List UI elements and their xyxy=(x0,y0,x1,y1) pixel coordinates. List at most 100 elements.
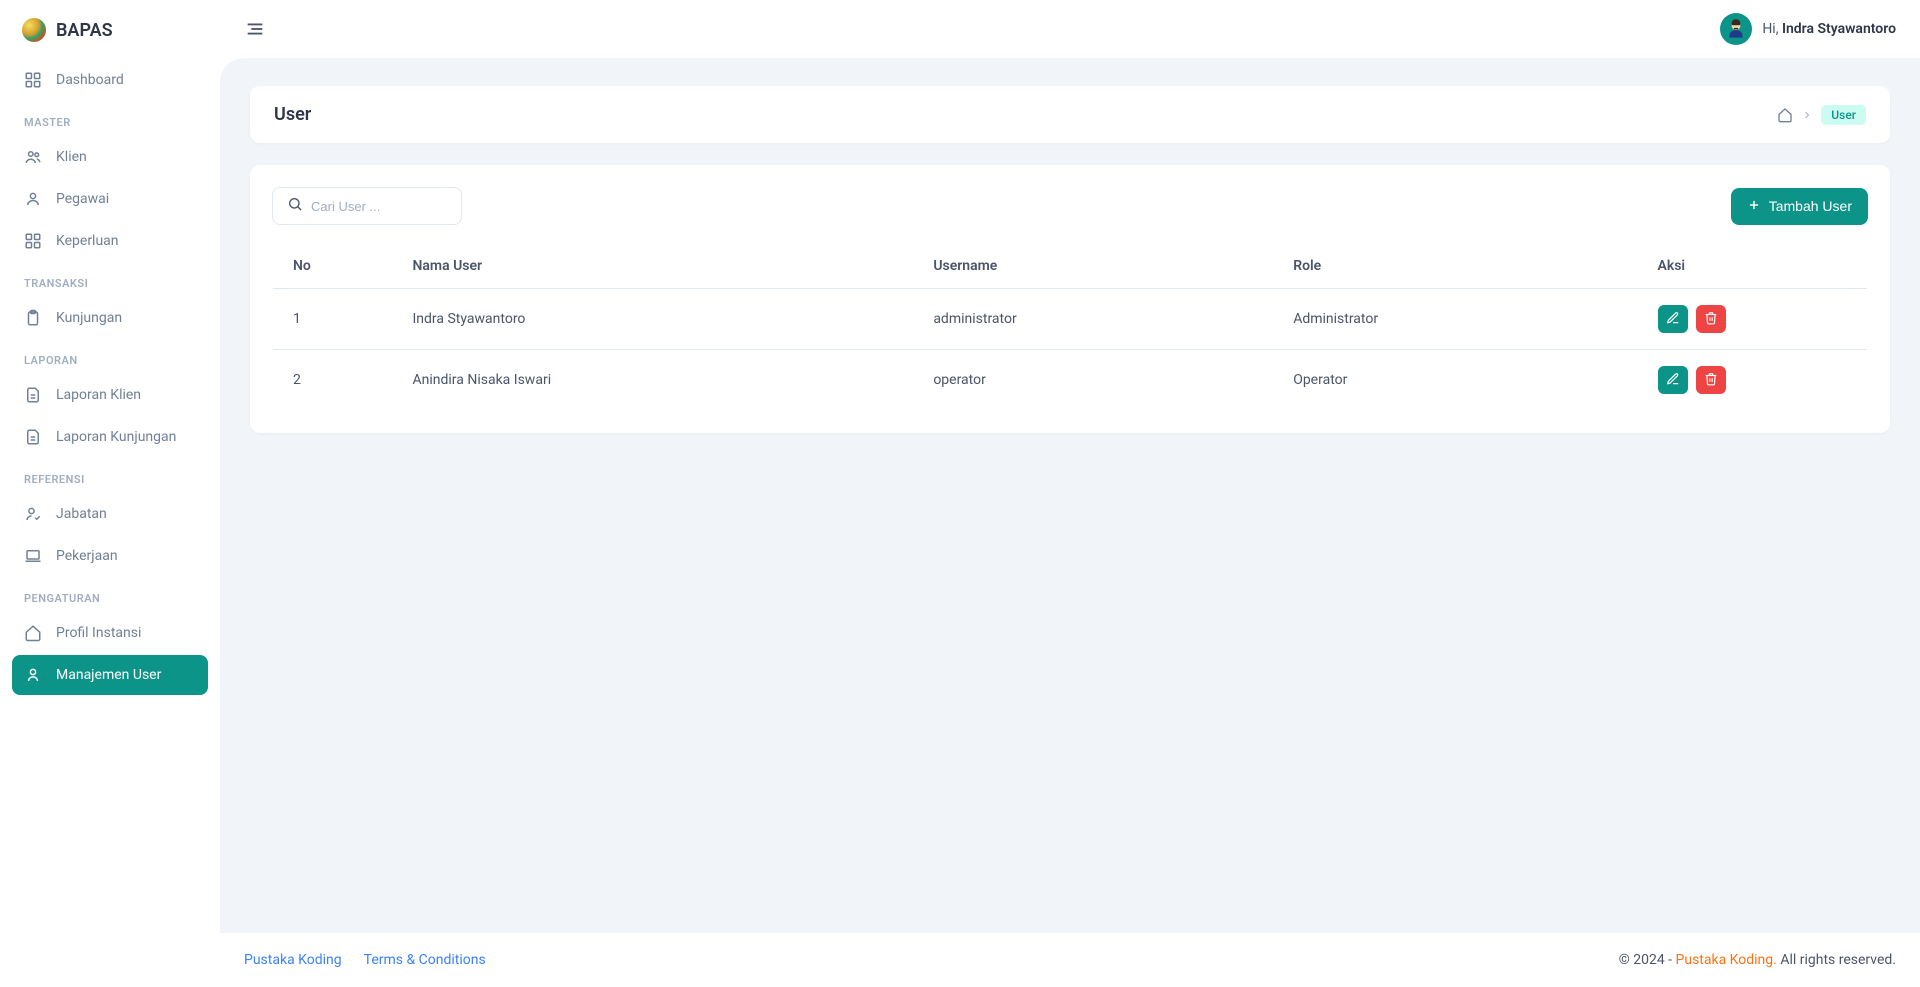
user-single-icon xyxy=(24,666,42,684)
user-card: Tambah User No Nama User Username Role A… xyxy=(250,165,1890,433)
sidebar-item-klien[interactable]: Klien xyxy=(12,137,208,177)
sidebar-item-laporan-klien[interactable]: Laporan Klien xyxy=(12,375,208,415)
user-check-icon xyxy=(24,505,42,523)
file-icon xyxy=(24,428,42,446)
sidebar-item-pegawai[interactable]: Pegawai xyxy=(12,179,208,219)
grid-icon xyxy=(24,71,42,89)
table-row: 2 Anindira Nisaka Iswari operator Operat… xyxy=(273,350,1868,411)
clipboard-icon xyxy=(24,309,42,327)
cell-nama: Anindira Nisaka Iswari xyxy=(393,350,914,411)
user-text: Hi, Indra Styawantoro xyxy=(1762,21,1896,37)
copyright-brand: Pustaka Koding. xyxy=(1676,952,1777,968)
nav-heading-master: MASTER xyxy=(12,102,208,137)
plus-icon xyxy=(1747,198,1761,215)
sidebar-item-label: Keperluan xyxy=(56,233,119,249)
footer-copyright: © 2024 - Pustaka Koding. All rights rese… xyxy=(1619,952,1896,968)
th-aksi: Aksi xyxy=(1638,244,1868,289)
cell-no: 1 xyxy=(273,289,393,350)
topbar: Hi, Indra Styawantoro xyxy=(220,0,1920,58)
sidebar-item-keperluan[interactable]: Keperluan xyxy=(12,221,208,261)
cell-aksi xyxy=(1638,289,1868,350)
sidebar-item-label: Jabatan xyxy=(56,506,107,522)
delete-button[interactable] xyxy=(1696,366,1726,394)
copyright-suffix: All rights reserved. xyxy=(1777,952,1896,968)
brand-name: BAPAS xyxy=(56,20,113,41)
search-box[interactable] xyxy=(272,187,462,225)
edit-button[interactable] xyxy=(1658,305,1688,333)
sidebar-item-label: Kunjungan xyxy=(56,310,122,326)
home-icon[interactable] xyxy=(1777,107,1793,123)
sidebar-item-label: Dashboard xyxy=(56,72,124,88)
users-icon xyxy=(24,148,42,166)
nav-heading-referensi: REFERENSI xyxy=(12,459,208,494)
nav-heading-transaksi: TRANSAKSI xyxy=(12,263,208,298)
cell-username: operator xyxy=(913,350,1273,411)
cell-username: administrator xyxy=(913,289,1273,350)
sidebar-item-manajemen-user[interactable]: Manajemen User xyxy=(12,655,208,695)
chevron-right-icon xyxy=(1801,109,1813,121)
sidebar-item-pekerjaan[interactable]: Pekerjaan xyxy=(12,536,208,576)
cell-role: Administrator xyxy=(1273,289,1637,350)
breadcrumb: User xyxy=(1777,105,1866,125)
file-icon xyxy=(24,386,42,404)
cell-no: 2 xyxy=(273,350,393,411)
page-header: User User xyxy=(250,86,1890,143)
card-toolbar: Tambah User xyxy=(272,187,1868,225)
menu-toggle-icon[interactable] xyxy=(244,18,266,40)
delete-button[interactable] xyxy=(1696,305,1726,333)
user-name: Indra Styawantoro xyxy=(1782,21,1896,37)
sidebar-item-jabatan[interactable]: Jabatan xyxy=(12,494,208,534)
th-no: No xyxy=(273,244,393,289)
sidebar-item-label: Pegawai xyxy=(56,191,109,207)
main-wrap: Hi, Indra Styawantoro User User xyxy=(220,0,1920,987)
nav: Dashboard MASTER Klien Pegawai Keperluan… xyxy=(0,60,220,697)
page-title: User xyxy=(274,104,311,125)
sidebar: BAPAS Dashboard MASTER Klien Pegawai xyxy=(0,0,220,987)
search-input[interactable] xyxy=(311,199,487,214)
sidebar-item-label: Pekerjaan xyxy=(56,548,118,564)
sidebar-item-laporan-kunjungan[interactable]: Laporan Kunjungan xyxy=(12,417,208,457)
sidebar-item-label: Laporan Klien xyxy=(56,387,141,403)
sidebar-item-profil-instansi[interactable]: Profil Instansi xyxy=(12,613,208,653)
sidebar-item-label: Laporan Kunjungan xyxy=(56,429,176,445)
sidebar-item-kunjungan[interactable]: Kunjungan xyxy=(12,298,208,338)
nav-heading-laporan: LAPORAN xyxy=(12,340,208,375)
user-icon xyxy=(24,190,42,208)
cell-nama: Indra Styawantoro xyxy=(393,289,914,350)
content: User User xyxy=(220,58,1920,933)
add-user-button[interactable]: Tambah User xyxy=(1731,188,1868,225)
th-role: Role xyxy=(1273,244,1637,289)
add-user-label: Tambah User xyxy=(1769,198,1852,214)
th-nama: Nama User xyxy=(393,244,914,289)
search-icon xyxy=(287,196,303,216)
home-outline-icon xyxy=(24,624,42,642)
th-username: Username xyxy=(913,244,1273,289)
user-menu[interactable]: Hi, Indra Styawantoro xyxy=(1720,13,1896,45)
footer-links: Pustaka Koding Terms & Conditions xyxy=(244,952,486,968)
copyright-prefix: © 2024 - xyxy=(1619,952,1676,968)
trash-icon xyxy=(1704,311,1718,328)
brand-logo-icon xyxy=(22,18,46,42)
footer: Pustaka Koding Terms & Conditions © 2024… xyxy=(220,933,1920,987)
breadcrumb-current: User xyxy=(1821,105,1866,125)
edit-button[interactable] xyxy=(1658,366,1688,394)
sidebar-item-label: Profil Instansi xyxy=(56,625,141,641)
footer-link-terms[interactable]: Terms & Conditions xyxy=(364,952,486,968)
nav-heading-pengaturan: PENGATURAN xyxy=(12,578,208,613)
brand[interactable]: BAPAS xyxy=(0,0,220,60)
trash-icon xyxy=(1704,372,1718,389)
avatar xyxy=(1720,13,1752,45)
laptop-icon xyxy=(24,547,42,565)
sidebar-item-label: Klien xyxy=(56,149,87,165)
edit-icon xyxy=(1666,372,1680,389)
table-row: 1 Indra Styawantoro administrator Admini… xyxy=(273,289,1868,350)
user-table: No Nama User Username Role Aksi 1 Indra … xyxy=(272,243,1868,411)
cell-role: Operator xyxy=(1273,350,1637,411)
sidebar-item-label: Manajemen User xyxy=(56,667,161,683)
cell-aksi xyxy=(1638,350,1868,411)
user-greeting: Hi, xyxy=(1762,21,1778,37)
sidebar-item-dashboard[interactable]: Dashboard xyxy=(12,60,208,100)
footer-link-pustaka[interactable]: Pustaka Koding xyxy=(244,952,342,968)
edit-icon xyxy=(1666,311,1680,328)
grid2-icon xyxy=(24,232,42,250)
